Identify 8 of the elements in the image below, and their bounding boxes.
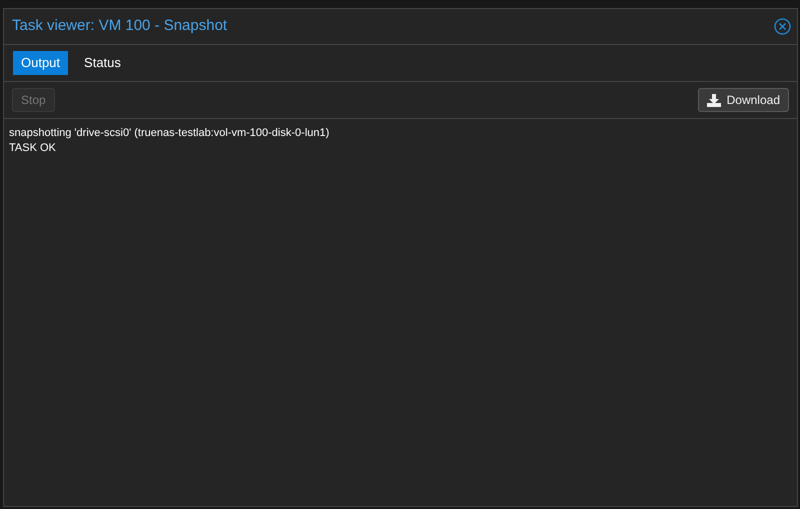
close-icon[interactable] xyxy=(774,18,791,35)
window-title: Task viewer: VM 100 - Snapshot xyxy=(12,16,228,36)
tab[interactable]: Output xyxy=(13,51,68,75)
download-button[interactable]: Download xyxy=(698,88,789,112)
log-line: TASK OK xyxy=(9,141,57,156)
log-line: snapshotting 'drive-scsi0' (truenas-testlab:vol-vm-100-disk-0-lun1) xyxy=(9,126,330,141)
download-icon xyxy=(706,94,721,106)
tab[interactable]: Status xyxy=(76,51,129,75)
